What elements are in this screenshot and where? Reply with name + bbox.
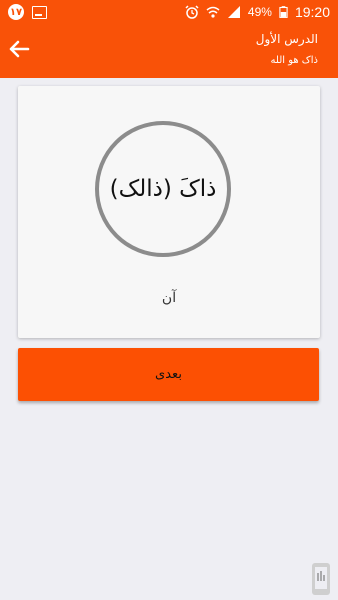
battery-percent: 49% <box>247 5 272 19</box>
status-bar: ١٧ 49% 19:20 <box>0 0 338 24</box>
notification-badge-icon: ١٧ <box>8 4 24 20</box>
alarm-icon <box>185 5 199 19</box>
brand-logo-icon <box>312 563 330 595</box>
lesson-subtitle: ذاک هو الله <box>270 55 318 66</box>
signal-icon <box>227 6 240 18</box>
lesson-title: الدرس الأول <box>255 32 318 46</box>
status-left-icons: ١٧ <box>8 4 47 20</box>
arabic-word: ذاکَ (ذالک) <box>109 176 217 202</box>
status-right-icons: 49% 19:20 <box>185 4 330 20</box>
app-bar: الدرس الأول ذاک هو الله <box>0 24 338 78</box>
word-circle: ذاکَ (ذالک) <box>95 121 231 257</box>
gallery-icon <box>32 5 47 19</box>
back-arrow-icon[interactable] <box>8 38 30 60</box>
clock: 19:20 <box>294 4 330 20</box>
battery-icon <box>279 6 288 18</box>
word-card: ذاکَ (ذالک) آن <box>18 86 320 338</box>
wifi-icon <box>206 6 220 18</box>
word-meaning: آن <box>161 290 177 306</box>
next-button[interactable]: بعدی <box>18 348 319 401</box>
